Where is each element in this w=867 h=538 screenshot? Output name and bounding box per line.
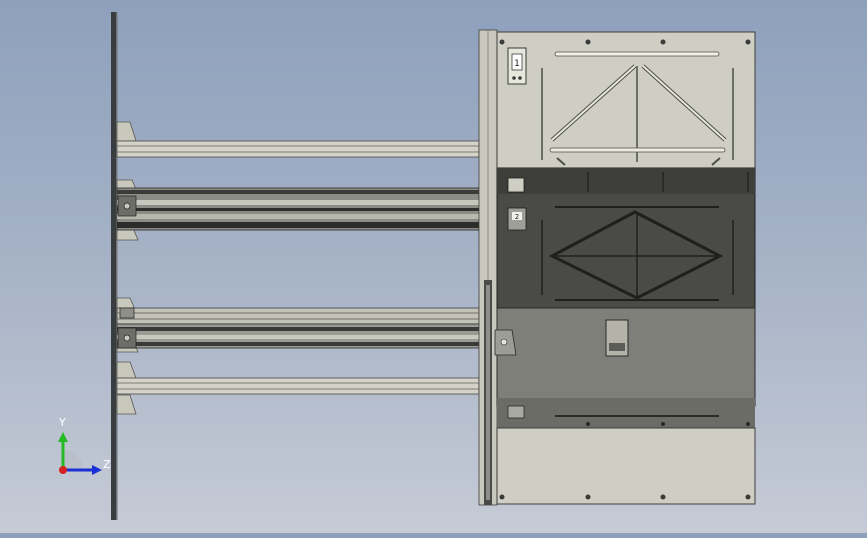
junction-bracket [494,329,517,356]
y-axis-label: Y [58,416,66,429]
label-2-text: 2 [515,213,519,221]
z-axis-label: Z [103,458,111,471]
z-axis-arrowhead [92,465,102,475]
assembly-model-view[interactable]: 1 2 Y Z [0,0,867,533]
slider-carriage [605,319,629,357]
label-1-text: 1 [514,59,520,69]
left-plate-gussets [116,121,139,415]
label-plate-1: 1 [507,47,527,85]
origin-dot [59,466,67,474]
cad-graphics-viewport[interactable]: 1 2 Y Z [0,0,867,533]
bottom-panel [496,427,756,505]
middle-dark-panel: 2 [496,167,756,309]
y-axis-arrowhead [58,432,68,442]
top-panel [496,31,756,169]
coordinate-triad: Y Z [58,416,111,475]
